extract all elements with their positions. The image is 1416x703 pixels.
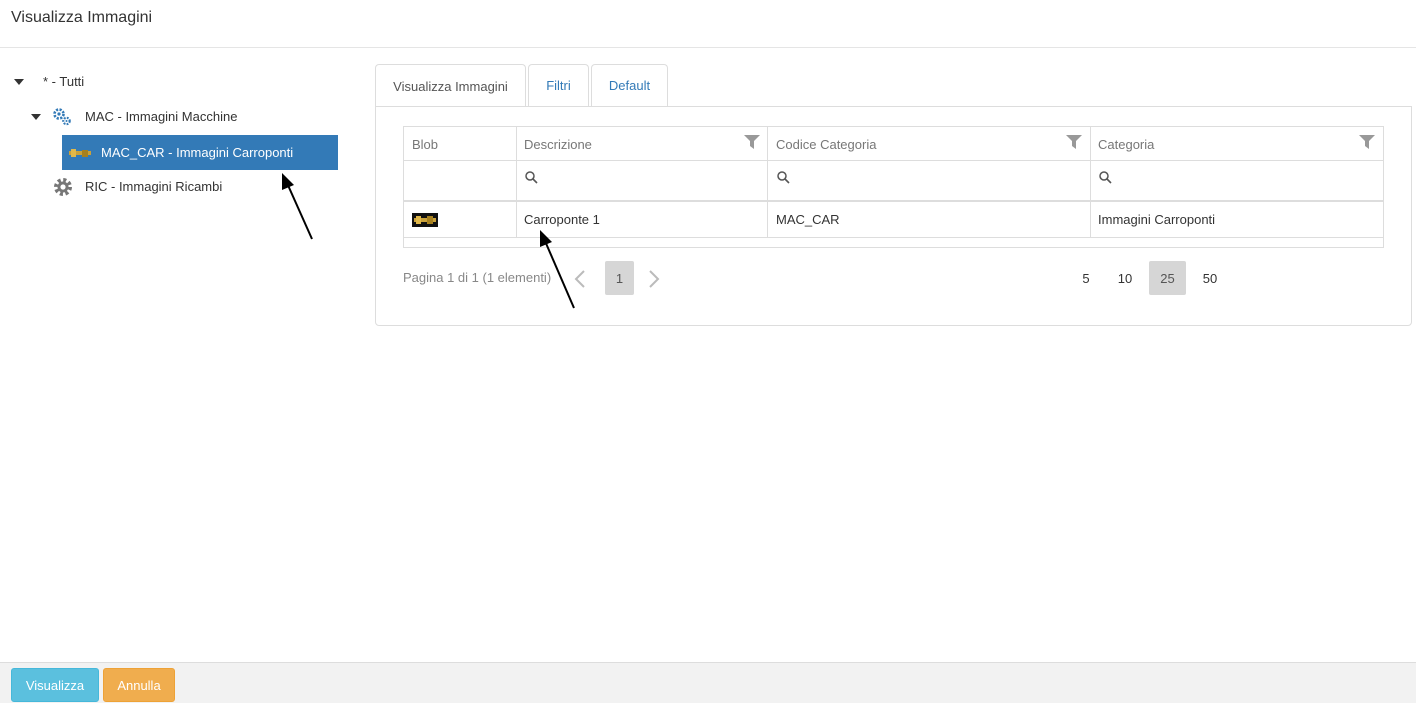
page-size-50[interactable]: 50	[1195, 261, 1225, 295]
filter-icon[interactable]	[1359, 135, 1375, 152]
tree-node-mac-car[interactable]: MAC_CAR - Immagini Carroponti	[62, 135, 338, 170]
visualizza-button[interactable]: Visualizza	[11, 668, 99, 702]
tree-node-label: RIC - Immagini Ricambi	[85, 179, 223, 194]
tree-node-label: * - Tutti	[43, 74, 85, 89]
grid-divider	[516, 127, 517, 237]
caret-down-icon[interactable]	[31, 113, 41, 120]
grid-divider	[404, 160, 1383, 161]
grid-divider	[404, 237, 1383, 238]
blob-thumbnail[interactable]	[412, 213, 438, 230]
cell-codice-categoria[interactable]: MAC_CAR	[776, 212, 840, 227]
footer-bar	[0, 662, 1416, 703]
tree-node-tutti[interactable]: * - Tutti	[14, 64, 84, 99]
tree-node-mac[interactable]: MAC - Immagini Macchine	[31, 99, 237, 134]
search-icon[interactable]	[1099, 171, 1112, 187]
tab-label: Default	[608, 78, 651, 93]
column-header-descrizione[interactable]: Descrizione	[524, 137, 592, 152]
page-size-25[interactable]: 25	[1149, 261, 1186, 295]
page-size-10[interactable]: 10	[1110, 261, 1140, 295]
gear-icon	[52, 176, 74, 198]
cell-descrizione[interactable]: Carroponte 1	[524, 212, 600, 227]
page-size-5[interactable]: 5	[1075, 261, 1097, 295]
search-icon[interactable]	[777, 171, 790, 187]
tab-label: Visualizza Immagini	[393, 78, 508, 94]
tree-node-label: MAC - Immagini Macchine	[85, 109, 238, 124]
tab-default[interactable]: Default	[591, 64, 668, 106]
page-button-current[interactable]: 1	[605, 261, 634, 295]
column-header-codice-categoria[interactable]: Codice Categoria	[776, 137, 876, 152]
tree-node-ric[interactable]: RIC - Immagini Ricambi	[52, 169, 222, 204]
chevron-left-icon[interactable]	[574, 270, 586, 291]
column-header-categoria[interactable]: Categoria	[1098, 137, 1154, 152]
grid-divider	[404, 200, 1383, 202]
search-icon[interactable]	[525, 171, 538, 187]
caret-down-icon[interactable]	[14, 78, 24, 85]
pager-info: Pagina 1 di 1 (1 elementi)	[403, 270, 552, 285]
grid-divider	[767, 127, 768, 237]
crane-thumbnail-icon	[68, 147, 92, 159]
gears-icon	[52, 107, 72, 127]
chevron-right-icon[interactable]	[648, 270, 660, 291]
tab-filtri[interactable]: Filtri	[528, 64, 589, 106]
tab-label: Filtri	[546, 78, 571, 93]
filter-icon[interactable]	[744, 135, 760, 152]
dialog-title: Visualizza Immagini	[11, 9, 153, 26]
annulla-button[interactable]: Annulla	[103, 668, 175, 702]
column-header-blob[interactable]: Blob	[412, 137, 438, 152]
filter-icon[interactable]	[1066, 135, 1082, 152]
grid-divider	[1090, 127, 1091, 237]
data-grid: Blob Descrizione Codice Categoria Catego…	[403, 126, 1384, 248]
tree-node-label: MAC_CAR - Immagini Carroponti	[101, 145, 294, 160]
dialog-header: Visualizza Immagini	[0, 0, 1416, 48]
tab-visualizza-immagini[interactable]: Visualizza Immagini	[375, 64, 526, 107]
cell-categoria[interactable]: Immagini Carroponti	[1098, 212, 1215, 227]
